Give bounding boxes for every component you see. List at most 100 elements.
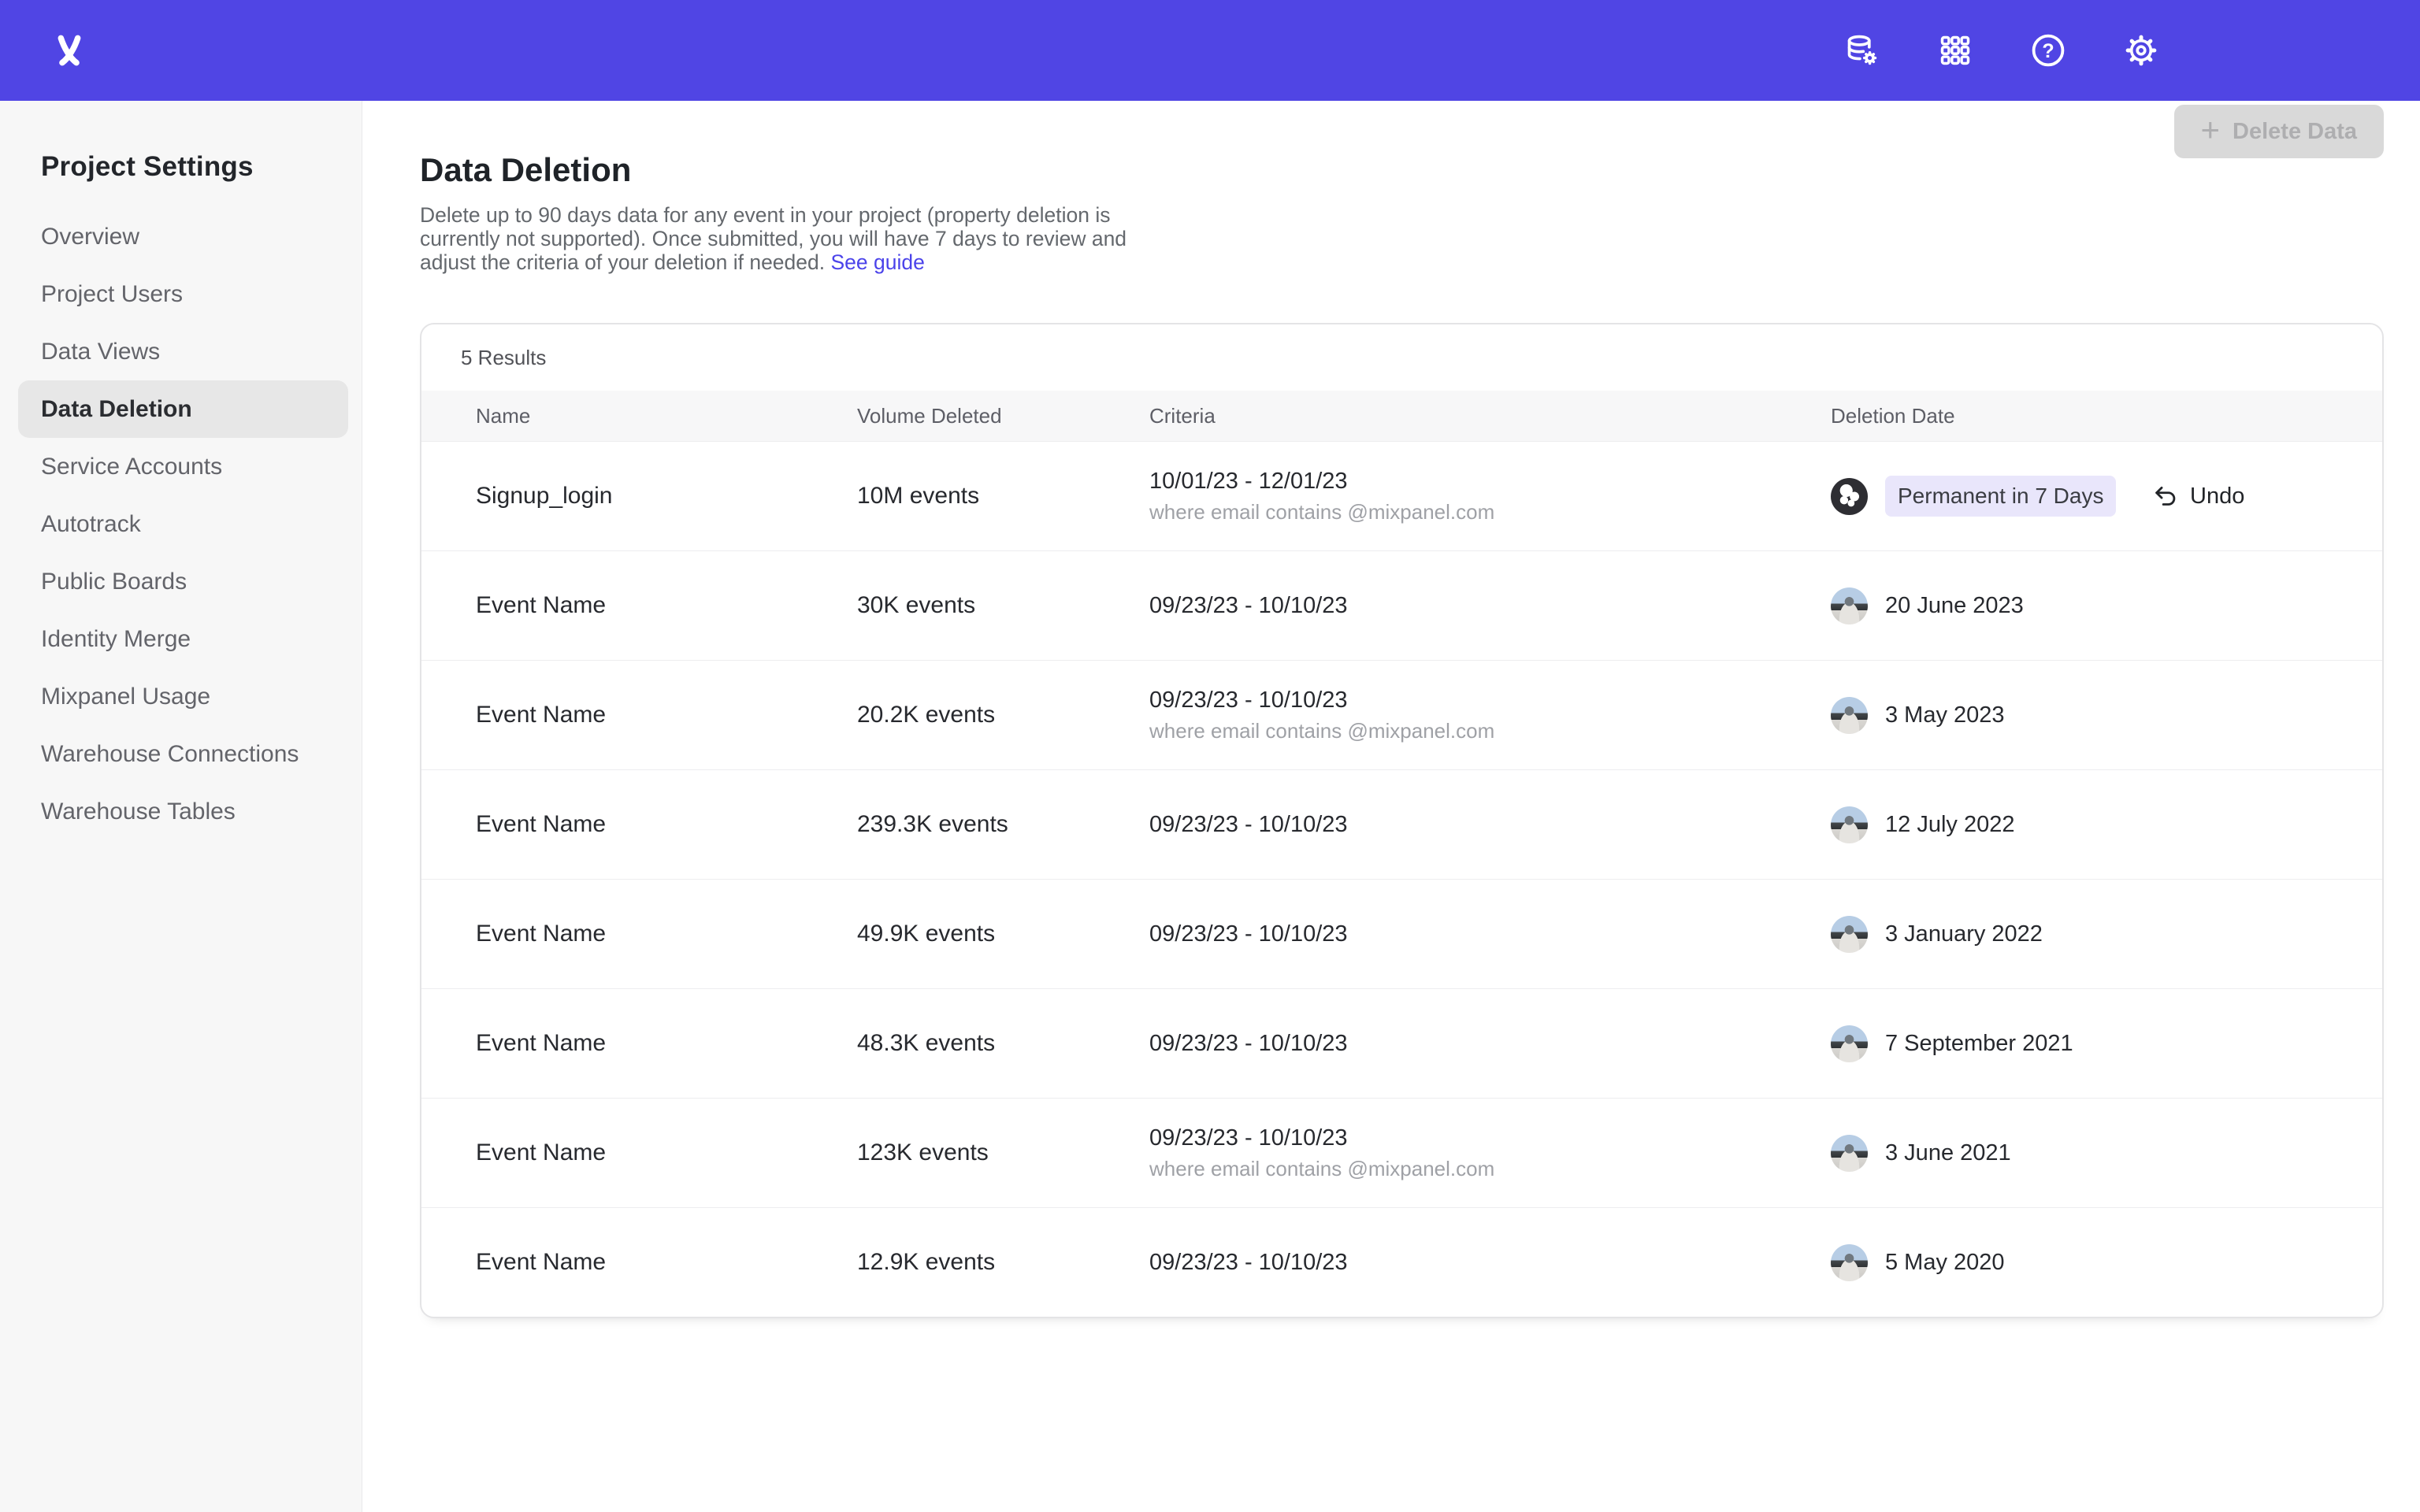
event-name: Event Name [476, 1249, 857, 1276]
avatar [1831, 916, 1868, 953]
criteria-date-range: 09/23/23 - 10/10/23 [1149, 1125, 1831, 1151]
permanent-in-days-badge: Permanent in 7 Days [1885, 476, 2116, 517]
sidebar-item-autotrack[interactable]: Autotrack [18, 495, 348, 553]
deletion-date: 5 May 2020 [1885, 1250, 2005, 1276]
criteria-filter: where email contains @mixpanel.com [1149, 1157, 1831, 1181]
criteria-date-range: 09/23/23 - 10/10/23 [1149, 1250, 1831, 1276]
mixpanel-logo-icon[interactable] [49, 30, 90, 71]
deletion-date: 3 May 2023 [1885, 702, 2005, 728]
criteria-cell: 09/23/23 - 10/10/23 [1149, 593, 1831, 619]
volume-deleted: 239.3K events [857, 811, 1149, 838]
deletion-date-cell: 3 May 2023 [1831, 697, 2152, 734]
volume-deleted: 30K events [857, 592, 1149, 619]
volume-deleted: 123K events [857, 1140, 1149, 1166]
table-row: Event Name 12.9K events 09/23/23 - 10/10… [421, 1207, 2382, 1317]
sidebar-item-project-users[interactable]: Project Users [18, 265, 348, 323]
sidebar-item-identity-merge[interactable]: Identity Merge [18, 610, 348, 668]
avatar [1831, 1025, 1868, 1062]
table-row: Event Name 20.2K events 09/23/23 - 10/10… [421, 660, 2382, 769]
description-line: currently not supported). Once submitted… [420, 227, 1126, 250]
data-management-icon[interactable] [1843, 32, 1881, 69]
criteria-date-range: 09/23/23 - 10/10/23 [1149, 921, 1831, 947]
sidebar-item-mixpanel-usage[interactable]: Mixpanel Usage [18, 668, 348, 725]
event-name: Event Name [476, 921, 857, 947]
deletion-date-cell: Permanent in 7 Days [1831, 476, 2152, 517]
deletion-requests-table: 5 Results Name Volume Deleted Criteria D… [420, 323, 2384, 1318]
column-header-name: Name [476, 404, 857, 428]
sidebar-item-warehouse-connections[interactable]: Warehouse Connections [18, 725, 348, 783]
criteria-cell: 09/23/23 - 10/10/23 where email contains… [1149, 1125, 1831, 1181]
delete-data-button-label: Delete Data [2233, 119, 2357, 145]
criteria-cell: 09/23/23 - 10/10/23 [1149, 1031, 1831, 1057]
volume-deleted: 49.9K events [857, 921, 1149, 947]
table-row: Event Name 49.9K events 09/23/23 - 10/10… [421, 879, 2382, 988]
undo-label: Undo [2190, 484, 2244, 510]
undo-button[interactable]: Undo [2152, 483, 2382, 510]
event-name: Event Name [476, 1140, 857, 1166]
criteria-filter: where email contains @mixpanel.com [1149, 500, 1831, 524]
deletion-date: 12 July 2022 [1885, 812, 2014, 838]
deletion-date-cell: 3 June 2021 [1831, 1135, 2152, 1172]
sidebar-item-service-accounts[interactable]: Service Accounts [18, 438, 348, 495]
criteria-date-range: 09/23/23 - 10/10/23 [1149, 593, 1831, 619]
avatar [1831, 587, 1868, 624]
event-name: Event Name [476, 811, 857, 838]
help-icon[interactable]: ? [2029, 32, 2067, 69]
event-name: Event Name [476, 592, 857, 619]
avatar [1831, 697, 1868, 734]
deletion-date: 7 September 2021 [1885, 1031, 2073, 1057]
avatar [1831, 1135, 1868, 1172]
page-description: Delete up to 90 days data for any event … [420, 203, 2384, 274]
criteria-cell: 09/23/23 - 10/10/23 [1149, 1250, 1831, 1276]
deletion-date-cell: 20 June 2023 [1831, 587, 2152, 624]
deletion-date-cell: 7 September 2021 [1831, 1025, 2152, 1062]
volume-deleted: 20.2K events [857, 702, 1149, 728]
criteria-cell: 09/23/23 - 10/10/23 [1149, 921, 1831, 947]
column-header-deletion-date: Deletion Date [1831, 404, 2152, 428]
deletion-date-cell: 12 July 2022 [1831, 806, 2152, 843]
table-row: Event Name 123K events 09/23/23 - 10/10/… [421, 1098, 2382, 1207]
volume-deleted: 48.3K events [857, 1030, 1149, 1057]
criteria-cell: 09/23/23 - 10/10/23 [1149, 812, 1831, 838]
criteria-cell: 10/01/23 - 12/01/23 where email contains… [1149, 469, 1831, 524]
avatar [1831, 806, 1868, 843]
page-title: Data Deletion [420, 151, 2384, 189]
volume-deleted: 10M events [857, 483, 1149, 510]
sidebar-item-warehouse-tables[interactable]: Warehouse Tables [18, 783, 348, 840]
sidebar-item-public-boards[interactable]: Public Boards [18, 553, 348, 610]
sidebar-item-overview[interactable]: Overview [18, 208, 348, 265]
volume-deleted: 12.9K events [857, 1249, 1149, 1276]
delete-data-button[interactable]: + Delete Data [2174, 105, 2385, 158]
sidebar-item-data-deletion[interactable]: Data Deletion [18, 380, 348, 438]
avatar [1831, 1244, 1868, 1281]
settings-gear-icon[interactable] [2122, 32, 2160, 69]
table-row: Signup_login 10M events 10/01/23 - 12/01… [421, 441, 2382, 550]
sidebar-title: Project Settings [41, 151, 362, 183]
deletion-date: 3 June 2021 [1885, 1140, 2011, 1166]
topbar-icon-group: ? [1843, 32, 2160, 69]
criteria-date-range: 09/23/23 - 10/10/23 [1149, 1031, 1831, 1057]
undo-icon [2152, 483, 2179, 510]
sidebar-item-data-views[interactable]: Data Views [18, 323, 348, 380]
description-line: Delete up to 90 days data for any event … [420, 203, 1110, 227]
criteria-date-range: 09/23/23 - 10/10/23 [1149, 812, 1831, 838]
description-line: adjust the criteria of your deletion if … [420, 250, 825, 274]
project-settings-sidebar: Project Settings Overview Project Users … [0, 101, 362, 1512]
column-header-volume-deleted: Volume Deleted [857, 404, 1149, 428]
main-content: Data Deletion Delete up to 90 days data … [362, 101, 2420, 1512]
criteria-date-range: 09/23/23 - 10/10/23 [1149, 687, 1831, 713]
plus-icon: + [2201, 113, 2221, 146]
event-name: Event Name [476, 702, 857, 728]
event-name: Signup_login [476, 483, 857, 510]
table-row: Event Name 30K events 09/23/23 - 10/10/2… [421, 550, 2382, 660]
table-header-row: Name Volume Deleted Criteria Deletion Da… [421, 391, 2382, 441]
deletion-date: 3 January 2022 [1885, 921, 2043, 947]
apps-grid-icon[interactable] [1936, 32, 1974, 69]
see-guide-link[interactable]: See guide [831, 250, 925, 274]
avatar [1831, 478, 1868, 515]
deletion-date: 20 June 2023 [1885, 593, 2024, 619]
criteria-date-range: 10/01/23 - 12/01/23 [1149, 469, 1831, 495]
deletion-date-cell: 3 January 2022 [1831, 916, 2152, 953]
top-navigation-bar: ? [0, 0, 2420, 101]
svg-text:?: ? [2042, 40, 2054, 62]
